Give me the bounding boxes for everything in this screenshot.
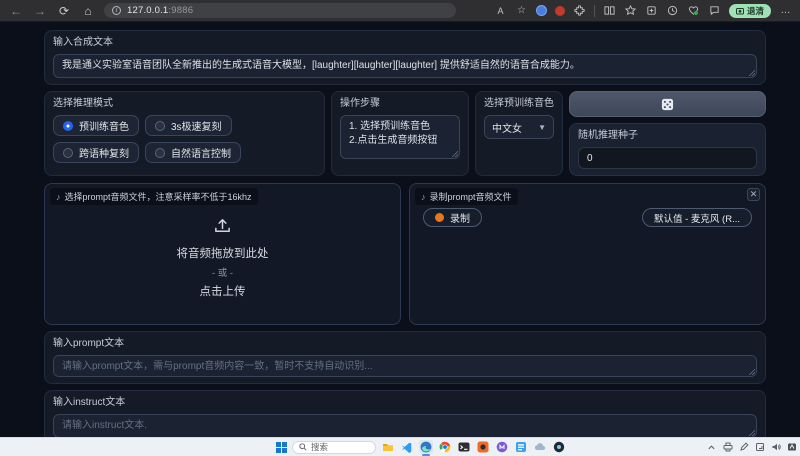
prompt-audio-upload-card: ♪ 选择prompt音频文件，注意采样率不低于16khz 将音频拖放到此处 - … — [44, 183, 401, 325]
mode-option-natural-language[interactable]: 自然语言控制 — [145, 142, 241, 163]
instruct-text-input[interactable] — [53, 414, 757, 438]
tray-chevron-up-icon[interactable] — [706, 442, 717, 453]
url-text: 127.0.0.1:9886 — [127, 5, 193, 16]
audio-drop-zone[interactable]: 将音频拖放到此处 - 或 - 点击上传 — [45, 184, 400, 324]
record-dot-icon — [435, 213, 444, 222]
mode-option-crosslingual[interactable]: 跨语种复刻 — [53, 142, 139, 163]
mode-option-3s-clone[interactable]: 3s极速复刻 — [145, 115, 232, 136]
steps-block: 操作步骤 1. 选择预训练音色 2.点击生成音频按钮 — [331, 91, 469, 176]
tray-cast-icon[interactable] — [754, 442, 765, 453]
radio-icon — [155, 121, 165, 131]
history-icon[interactable] — [666, 4, 679, 17]
or-text: - 或 - — [212, 265, 233, 279]
chevron-down-icon: ▼ — [538, 123, 546, 132]
taskbar-vscode-icon[interactable] — [400, 440, 414, 454]
read-aloud-icon[interactable]: A — [494, 4, 507, 17]
synthesis-text-label: 输入合成文本 — [53, 37, 757, 49]
copilot-chat-icon[interactable] — [708, 4, 721, 17]
extensions-puzzle-icon[interactable] — [573, 4, 586, 17]
microphone-device-select[interactable]: 默认值 - 麦克风 (R... — [642, 208, 752, 227]
prompt-text-block: 输入prompt文本 — [44, 331, 766, 384]
collections-icon[interactable] — [645, 4, 658, 17]
resize-handle[interactable] — [748, 368, 755, 375]
tray-pen-icon[interactable] — [738, 442, 749, 453]
favorite-star-icon[interactable]: ☆ — [515, 4, 528, 17]
seed-block: 随机推理种子 — [569, 123, 766, 176]
taskbar-file-explorer-icon[interactable] — [381, 440, 395, 454]
steps-input[interactable]: 1. 选择预训练音色 2.点击生成音频按钮 — [340, 115, 460, 159]
taskbar-orange-app-icon[interactable] — [476, 440, 490, 454]
home-icon[interactable]: ⌂ — [80, 0, 96, 22]
upload-icon — [213, 216, 232, 235]
toolbar-divider — [594, 5, 595, 17]
radio-icon — [63, 148, 73, 158]
drop-text: 将音频拖放到此处 — [177, 245, 269, 261]
seed-input[interactable] — [578, 147, 757, 169]
prompt-text-input[interactable] — [53, 355, 757, 377]
resize-handle[interactable] — [748, 69, 755, 76]
inference-mode-label: 选择推理模式 — [53, 98, 316, 110]
instruct-text-label: 输入instruct文本 — [53, 397, 757, 409]
voice-select-label: 选择预训练音色 — [484, 98, 554, 110]
back-icon[interactable]: ← — [8, 0, 24, 22]
web-page: 输入合成文本 我是通义实验室语音团队全新推出的生成式语音大模型，[laughte… — [0, 22, 800, 437]
record-card-label: ♪ 录制prompt音频文件 — [415, 188, 518, 205]
extension-red-icon[interactable] — [555, 6, 565, 16]
forward-icon[interactable]: → — [32, 0, 48, 22]
start-button[interactable] — [276, 442, 287, 453]
synthesis-text-input[interactable]: 我是通义实验室语音团队全新推出的生成式语音大模型，[laughter][laug… — [53, 54, 757, 78]
radio-icon — [155, 148, 165, 158]
search-icon — [299, 443, 307, 451]
address-bar[interactable]: i 127.0.0.1:9886 — [104, 3, 456, 18]
tray-input-language-icon[interactable] — [786, 442, 797, 453]
random-seed-dice-button[interactable] — [569, 91, 766, 117]
close-icon[interactable]: ✕ — [747, 188, 760, 201]
steps-label: 操作步骤 — [340, 98, 460, 110]
extension-avatar-icon[interactable] — [536, 5, 547, 16]
browser-toolbar: ← → ⟳ ⌂ i 127.0.0.1:9886 A ☆ — [0, 0, 800, 22]
taskbar-search[interactable]: 搜索 — [292, 441, 376, 454]
refresh-icon[interactable]: ⟳ — [56, 0, 72, 22]
music-note-icon: ♪ — [421, 192, 426, 202]
dice-icon — [661, 98, 674, 111]
prompt-text-label: 输入prompt文本 — [53, 338, 757, 350]
seed-label: 随机推理种子 — [578, 130, 757, 142]
taskbar-terminal-icon[interactable] — [457, 440, 471, 454]
taskbar-blue-app-icon[interactable] — [514, 440, 528, 454]
more-menu-icon[interactable]: … — [779, 4, 792, 17]
taskbar-dark-app-icon[interactable] — [552, 440, 566, 454]
site-info-icon[interactable]: i — [112, 6, 121, 15]
browser-essentials-icon[interactable] — [687, 4, 700, 17]
extension-profile-pill[interactable]: 退清 — [729, 4, 771, 18]
voice-select-block: 选择预训练音色 中文女 ▼ — [475, 91, 563, 176]
tray-printer-icon[interactable] — [722, 442, 733, 453]
split-screen-icon[interactable] — [603, 4, 616, 17]
taskbar-purple-app-icon[interactable] — [495, 440, 509, 454]
synthesis-text-block: 输入合成文本 我是通义实验室语音团队全新推出的生成式语音大模型，[laughte… — [44, 30, 766, 85]
windows-taskbar: 搜索 — [0, 437, 800, 456]
resize-handle[interactable] — [748, 429, 755, 436]
resize-handle[interactable] — [451, 150, 458, 157]
record-button[interactable]: 录制 — [423, 208, 482, 227]
taskbar-cloud-app-icon[interactable] — [533, 440, 547, 454]
radio-selected-icon — [63, 121, 73, 131]
tray-speaker-icon[interactable] — [770, 442, 781, 453]
pill-camera-icon — [736, 7, 744, 15]
taskbar-edge-icon[interactable] — [419, 440, 433, 454]
taskbar-chrome-icon[interactable] — [438, 440, 452, 454]
favorites-icon[interactable] — [624, 4, 637, 17]
mode-option-pretrained[interactable]: 预训练音色 — [53, 115, 139, 136]
voice-dropdown[interactable]: 中文女 ▼ — [484, 115, 554, 139]
click-upload-text: 点击上传 — [200, 283, 246, 299]
prompt-audio-record-card: ♪ 录制prompt音频文件 ✕ 录制 默认值 - 麦克风 (R... — [409, 183, 766, 325]
inference-mode-block: 选择推理模式 预训练音色 3s极速复刻 跨语种复刻 — [44, 91, 325, 176]
